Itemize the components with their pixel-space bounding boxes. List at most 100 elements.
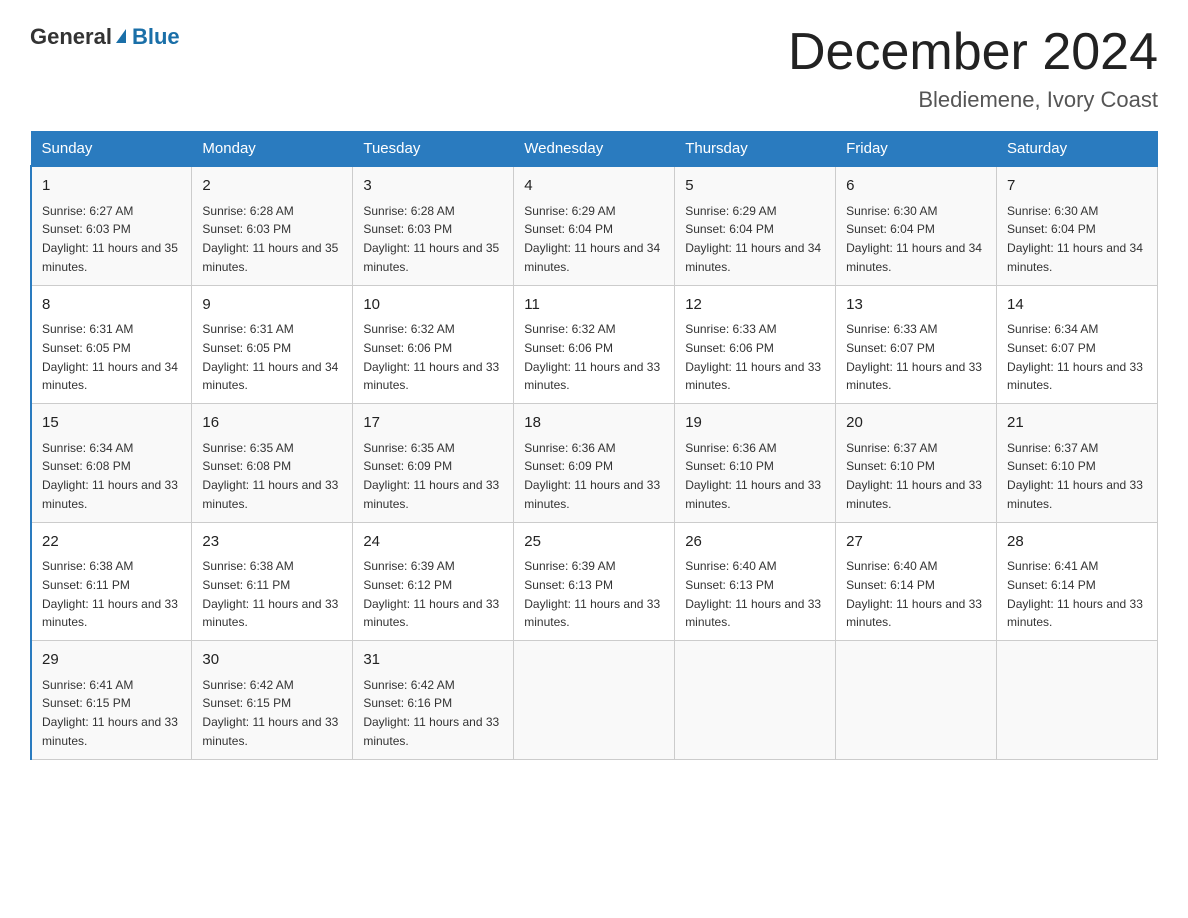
day-info: Sunrise: 6:30 AMSunset: 6:04 PMDaylight:…: [1007, 204, 1143, 274]
calendar-day-cell: 5 Sunrise: 6:29 AMSunset: 6:04 PMDayligh…: [675, 166, 836, 285]
calendar-day-cell: [514, 641, 675, 760]
calendar-day-cell: 25 Sunrise: 6:39 AMSunset: 6:13 PMDaylig…: [514, 522, 675, 641]
day-number: 8: [42, 294, 181, 317]
calendar-week-row: 8 Sunrise: 6:31 AMSunset: 6:05 PMDayligh…: [31, 285, 1158, 404]
day-info: Sunrise: 6:32 AMSunset: 6:06 PMDaylight:…: [524, 322, 660, 392]
day-info: Sunrise: 6:36 AMSunset: 6:09 PMDaylight:…: [524, 441, 660, 511]
day-number: 7: [1007, 175, 1147, 198]
calendar-day-cell: 9 Sunrise: 6:31 AMSunset: 6:05 PMDayligh…: [192, 285, 353, 404]
day-info: Sunrise: 6:33 AMSunset: 6:06 PMDaylight:…: [685, 322, 821, 392]
calendar-day-cell: 10 Sunrise: 6:32 AMSunset: 6:06 PMDaylig…: [353, 285, 514, 404]
day-of-week-header: Saturday: [997, 132, 1158, 167]
day-info: Sunrise: 6:34 AMSunset: 6:07 PMDaylight:…: [1007, 322, 1143, 392]
day-number: 1: [42, 175, 181, 198]
calendar-day-cell: 31 Sunrise: 6:42 AMSunset: 6:16 PMDaylig…: [353, 641, 514, 760]
calendar-day-cell: [997, 641, 1158, 760]
day-of-week-header: Monday: [192, 132, 353, 167]
days-of-week-row: SundayMondayTuesdayWednesdayThursdayFrid…: [31, 132, 1158, 167]
day-of-week-header: Friday: [836, 132, 997, 167]
day-info: Sunrise: 6:38 AMSunset: 6:11 PMDaylight:…: [202, 559, 338, 629]
day-info: Sunrise: 6:37 AMSunset: 6:10 PMDaylight:…: [1007, 441, 1143, 511]
day-number: 18: [524, 412, 664, 435]
day-number: 17: [363, 412, 503, 435]
calendar-day-cell: 15 Sunrise: 6:34 AMSunset: 6:08 PMDaylig…: [31, 404, 192, 523]
location-title: Blediemene, Ivory Coast: [788, 87, 1158, 113]
day-number: 12: [685, 294, 825, 317]
calendar-day-cell: 4 Sunrise: 6:29 AMSunset: 6:04 PMDayligh…: [514, 166, 675, 285]
day-of-week-header: Wednesday: [514, 132, 675, 167]
day-info: Sunrise: 6:31 AMSunset: 6:05 PMDaylight:…: [42, 322, 178, 392]
calendar-day-cell: 12 Sunrise: 6:33 AMSunset: 6:06 PMDaylig…: [675, 285, 836, 404]
calendar-day-cell: 21 Sunrise: 6:37 AMSunset: 6:10 PMDaylig…: [997, 404, 1158, 523]
day-info: Sunrise: 6:28 AMSunset: 6:03 PMDaylight:…: [363, 204, 499, 274]
day-number: 13: [846, 294, 986, 317]
calendar-day-cell: 18 Sunrise: 6:36 AMSunset: 6:09 PMDaylig…: [514, 404, 675, 523]
calendar-day-cell: [836, 641, 997, 760]
day-of-week-header: Sunday: [31, 132, 192, 167]
calendar-day-cell: 8 Sunrise: 6:31 AMSunset: 6:05 PMDayligh…: [31, 285, 192, 404]
day-number: 11: [524, 294, 664, 317]
day-number: 19: [685, 412, 825, 435]
day-of-week-header: Tuesday: [353, 132, 514, 167]
title-area: December 2024 Blediemene, Ivory Coast: [788, 24, 1158, 113]
day-number: 20: [846, 412, 986, 435]
day-info: Sunrise: 6:34 AMSunset: 6:08 PMDaylight:…: [42, 441, 178, 511]
day-info: Sunrise: 6:35 AMSunset: 6:09 PMDaylight:…: [363, 441, 499, 511]
day-number: 28: [1007, 531, 1147, 554]
day-info: Sunrise: 6:41 AMSunset: 6:14 PMDaylight:…: [1007, 559, 1143, 629]
calendar-day-cell: 16 Sunrise: 6:35 AMSunset: 6:08 PMDaylig…: [192, 404, 353, 523]
calendar-table: SundayMondayTuesdayWednesdayThursdayFrid…: [30, 131, 1158, 760]
calendar-day-cell: 27 Sunrise: 6:40 AMSunset: 6:14 PMDaylig…: [836, 522, 997, 641]
day-info: Sunrise: 6:37 AMSunset: 6:10 PMDaylight:…: [846, 441, 982, 511]
calendar-day-cell: 6 Sunrise: 6:30 AMSunset: 6:04 PMDayligh…: [836, 166, 997, 285]
day-number: 22: [42, 531, 181, 554]
day-number: 24: [363, 531, 503, 554]
logo-blue: Blue: [132, 24, 180, 50]
calendar-day-cell: 29 Sunrise: 6:41 AMSunset: 6:15 PMDaylig…: [31, 641, 192, 760]
day-info: Sunrise: 6:27 AMSunset: 6:03 PMDaylight:…: [42, 204, 178, 274]
calendar-day-cell: 17 Sunrise: 6:35 AMSunset: 6:09 PMDaylig…: [353, 404, 514, 523]
day-number: 14: [1007, 294, 1147, 317]
day-number: 21: [1007, 412, 1147, 435]
calendar-day-cell: 11 Sunrise: 6:32 AMSunset: 6:06 PMDaylig…: [514, 285, 675, 404]
day-info: Sunrise: 6:29 AMSunset: 6:04 PMDaylight:…: [685, 204, 821, 274]
page-header: General Blue December 2024 Blediemene, I…: [30, 24, 1158, 113]
day-number: 5: [685, 175, 825, 198]
day-number: 4: [524, 175, 664, 198]
logo-triangle-icon: [116, 29, 126, 43]
calendar-body: 1 Sunrise: 6:27 AMSunset: 6:03 PMDayligh…: [31, 166, 1158, 759]
calendar-week-row: 1 Sunrise: 6:27 AMSunset: 6:03 PMDayligh…: [31, 166, 1158, 285]
day-info: Sunrise: 6:29 AMSunset: 6:04 PMDaylight:…: [524, 204, 660, 274]
day-info: Sunrise: 6:38 AMSunset: 6:11 PMDaylight:…: [42, 559, 178, 629]
day-number: 27: [846, 531, 986, 554]
calendar-header: SundayMondayTuesdayWednesdayThursdayFrid…: [31, 132, 1158, 167]
day-number: 15: [42, 412, 181, 435]
calendar-day-cell: 26 Sunrise: 6:40 AMSunset: 6:13 PMDaylig…: [675, 522, 836, 641]
calendar-day-cell: 3 Sunrise: 6:28 AMSunset: 6:03 PMDayligh…: [353, 166, 514, 285]
day-number: 26: [685, 531, 825, 554]
day-info: Sunrise: 6:39 AMSunset: 6:12 PMDaylight:…: [363, 559, 499, 629]
logo-general: General: [30, 24, 112, 50]
day-info: Sunrise: 6:30 AMSunset: 6:04 PMDaylight:…: [846, 204, 982, 274]
day-number: 3: [363, 175, 503, 198]
day-info: Sunrise: 6:31 AMSunset: 6:05 PMDaylight:…: [202, 322, 338, 392]
month-title: December 2024: [788, 24, 1158, 81]
calendar-day-cell: [675, 641, 836, 760]
day-number: 6: [846, 175, 986, 198]
calendar-day-cell: 13 Sunrise: 6:33 AMSunset: 6:07 PMDaylig…: [836, 285, 997, 404]
day-number: 25: [524, 531, 664, 554]
day-info: Sunrise: 6:36 AMSunset: 6:10 PMDaylight:…: [685, 441, 821, 511]
calendar-day-cell: 14 Sunrise: 6:34 AMSunset: 6:07 PMDaylig…: [997, 285, 1158, 404]
calendar-week-row: 22 Sunrise: 6:38 AMSunset: 6:11 PMDaylig…: [31, 522, 1158, 641]
day-of-week-header: Thursday: [675, 132, 836, 167]
day-number: 10: [363, 294, 503, 317]
day-info: Sunrise: 6:39 AMSunset: 6:13 PMDaylight:…: [524, 559, 660, 629]
calendar-day-cell: 23 Sunrise: 6:38 AMSunset: 6:11 PMDaylig…: [192, 522, 353, 641]
calendar-day-cell: 20 Sunrise: 6:37 AMSunset: 6:10 PMDaylig…: [836, 404, 997, 523]
day-info: Sunrise: 6:42 AMSunset: 6:16 PMDaylight:…: [363, 678, 499, 748]
logo: General Blue: [30, 24, 180, 50]
day-number: 16: [202, 412, 342, 435]
calendar-day-cell: 2 Sunrise: 6:28 AMSunset: 6:03 PMDayligh…: [192, 166, 353, 285]
calendar-day-cell: 30 Sunrise: 6:42 AMSunset: 6:15 PMDaylig…: [192, 641, 353, 760]
calendar-day-cell: 1 Sunrise: 6:27 AMSunset: 6:03 PMDayligh…: [31, 166, 192, 285]
